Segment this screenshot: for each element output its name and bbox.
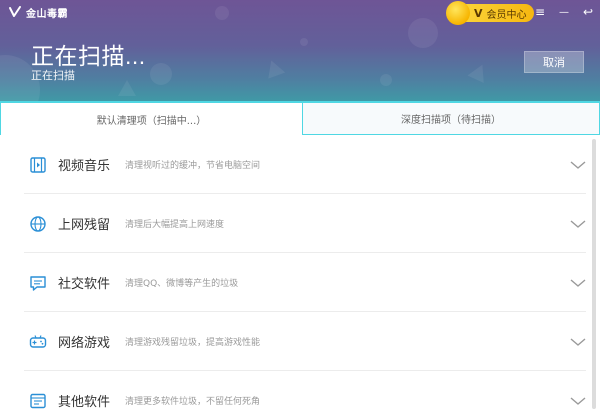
item-name: 网络游戏 xyxy=(58,336,111,351)
list-item-web-residue[interactable]: 上网残留 清理后大幅提高上网速度 xyxy=(0,194,600,253)
decor-circle xyxy=(300,38,308,46)
gamepad-icon xyxy=(29,334,47,348)
tab-default-clean[interactable]: 默认清理项（扫描中...） xyxy=(0,103,302,135)
list-item-video-music[interactable]: 视频音乐 清理视听过的缓冲，节省电脑空间 xyxy=(0,135,600,194)
chevron-down-icon[interactable] xyxy=(570,219,586,229)
item-name: 社交软件 xyxy=(58,277,111,292)
menu-button[interactable]: ≡ xyxy=(532,4,548,20)
decor-circle xyxy=(215,6,229,20)
decor-triangle xyxy=(467,60,491,84)
header-banner: 金山毒霸 V 会员中心 ≡ — ↩ 正在扫描... 正在扫描 取消 xyxy=(0,0,600,102)
vip-pill: V 会员中心 xyxy=(460,4,534,22)
item-name: 视频音乐 xyxy=(58,159,111,174)
list-item-social-software[interactable]: 社交软件 清理QQ、微博等产生的垃圾 xyxy=(0,253,600,312)
decor-triangle xyxy=(118,80,136,96)
chat-icon xyxy=(30,275,46,291)
tab-deep-scan[interactable]: 深度扫描项（待扫描） xyxy=(302,103,600,135)
item-name: 其他软件 xyxy=(58,395,111,410)
chevron-down-icon[interactable] xyxy=(570,337,586,347)
video-icon xyxy=(30,156,46,173)
list-item-other-software[interactable]: 其他软件 清理更多软件垃圾，不留任何死角 xyxy=(0,371,600,420)
back-button[interactable]: ↩ xyxy=(580,4,596,20)
chevron-down-icon[interactable] xyxy=(570,396,586,406)
minimize-button[interactable]: — xyxy=(556,4,572,20)
item-description: 清理更多软件垃圾，不留任何死角 xyxy=(125,397,261,407)
vip-center-button[interactable]: V 会员中心 xyxy=(446,1,534,25)
vip-coin-icon xyxy=(446,1,470,25)
item-description: 清理QQ、微博等产生的垃圾 xyxy=(125,279,239,289)
clean-item-list: 视频音乐 清理视听过的缓冲，节省电脑空间 上网残留 清理后大幅提高上网速度 社交… xyxy=(0,135,600,420)
app-logo-text: 金山毒霸 xyxy=(26,8,68,20)
tab-bar: 默认清理项（扫描中...） 深度扫描项（待扫描） xyxy=(0,103,600,135)
minimize-icon: — xyxy=(559,6,569,18)
decor-circle xyxy=(408,18,438,48)
duba-logo-icon xyxy=(9,6,21,17)
app-logo: 金山毒霸 xyxy=(8,5,68,20)
back-icon: ↩ xyxy=(582,5,594,19)
list-item-online-games[interactable]: 网络游戏 清理游戏残留垃圾，提高游戏性能 xyxy=(0,312,600,371)
item-description: 清理后大幅提高上网速度 xyxy=(125,220,225,230)
app-window-icon xyxy=(30,393,46,408)
item-description: 清理游戏残留垃圾，提高游戏性能 xyxy=(125,338,261,348)
chevron-down-icon[interactable] xyxy=(570,160,586,170)
decor-triangle xyxy=(262,57,286,79)
vip-label: 会员中心 xyxy=(486,9,527,21)
decor-circle xyxy=(380,74,392,86)
globe-icon xyxy=(30,215,46,232)
page-title: 正在扫描... xyxy=(31,43,146,69)
chevron-down-icon[interactable] xyxy=(570,278,586,288)
scrollbar[interactable] xyxy=(592,139,596,409)
item-name: 上网残留 xyxy=(58,218,111,233)
page-subtitle: 正在扫描 xyxy=(31,69,75,82)
menu-icon: ≡ xyxy=(534,5,546,19)
item-description: 清理视听过的缓冲，节省电脑空间 xyxy=(125,161,261,171)
cancel-button[interactable]: 取消 xyxy=(524,51,584,73)
vip-badge: V xyxy=(474,6,483,20)
decor-circle xyxy=(150,63,172,85)
